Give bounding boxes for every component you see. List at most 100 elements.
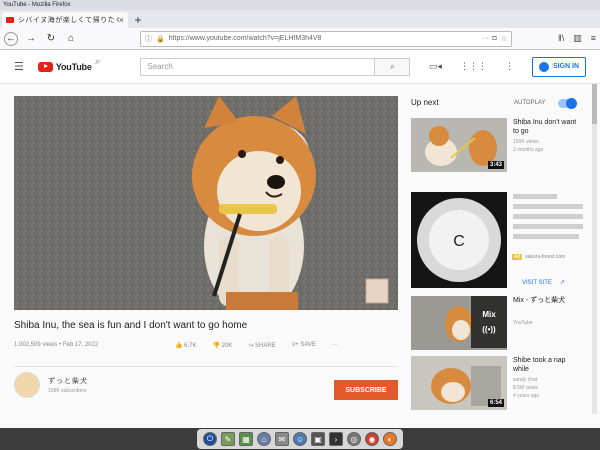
autoplay-toggle[interactable] <box>558 98 577 109</box>
sidebar-video-thumbnail[interactable]: 3:43 <box>411 118 507 172</box>
dislike-button[interactable]: 👎 20K <box>212 342 232 349</box>
ad-image: C <box>411 192 507 288</box>
external-link-icon: ↗ <box>559 280 565 286</box>
channel-avatar[interactable] <box>14 372 40 398</box>
media-icon[interactable]: ▣ <box>311 432 325 446</box>
sidebar-video-title[interactable]: Shiba Inu don't want to go <box>513 118 583 136</box>
visit-site-label: VISIT SITE <box>522 279 552 286</box>
sidebar-icon[interactable]: ▥ <box>573 33 582 44</box>
sidebar-video-views: 8.5M views <box>513 385 539 391</box>
like-button[interactable]: 👍 6.7K <box>175 342 196 349</box>
video-title: Shiba Inu, the sea is fun and I don't wa… <box>14 320 248 331</box>
autoplay-label: AUTOPLAY <box>514 100 546 106</box>
save-button[interactable]: ≡+ SAVE <box>292 342 316 349</box>
thumbs-down-icon: 👎 <box>212 343 222 349</box>
sidebar-video-views: 155K views <box>513 139 539 145</box>
ad-domain: sakura-forest.com <box>525 254 566 260</box>
page-actions-icon[interactable]: ··· <box>481 35 488 42</box>
guide-menu-icon[interactable]: ☰ <box>14 60 24 73</box>
visit-site-button[interactable]: VISIT SITE ↗ <box>522 279 565 287</box>
share-button[interactable]: ↪ SHARE <box>248 342 275 349</box>
url-text[interactable]: https://www.youtube.com/watch?v=jELHfM3h… <box>169 35 478 42</box>
like-count: 6.7K <box>184 343 197 349</box>
create-video-icon[interactable]: ▭◂ <box>429 61 442 72</box>
reload-icon[interactable]: ↻ <box>44 32 58 46</box>
new-tab-button[interactable]: + <box>130 12 146 28</box>
navigation-bar: ← → ↻ ⌂ ⓘ 🔒 https://www.youtube.com/watc… <box>0 28 600 50</box>
more-actions-button[interactable]: ··· <box>332 342 338 349</box>
search-input[interactable]: Search <box>140 57 375 76</box>
ad-desc-line <box>513 204 583 209</box>
main-content: Shiba Inu, the sea is fun and I don't wa… <box>0 84 600 428</box>
search-box: Search ⌕ <box>140 57 411 76</box>
menu-icon[interactable]: ≡ <box>591 33 596 44</box>
subscribe-button[interactable]: SUBSCRIBE <box>334 380 398 400</box>
sign-in-label: SIGN IN <box>552 63 579 70</box>
taskbar: ⏻ ✎ ▦ ⌂ ✉ ☺ ▣ › ◎ ◉ ◐ <box>0 428 600 450</box>
mix-label: Mix <box>482 310 496 319</box>
scrollbar-thumb[interactable] <box>592 84 597 124</box>
sidebar-video-thumbnail[interactable]: 6:54 <box>411 356 507 410</box>
mix-thumbnail[interactable]: Mix ((•)) <box>411 296 507 350</box>
settings-dots-icon[interactable]: ⋮ <box>505 61 514 72</box>
firefox-icon[interactable]: ◐ <box>383 432 397 446</box>
thumbs-up-icon: 👍 <box>175 343 185 349</box>
home-icon[interactable]: ⌂ <box>64 32 78 46</box>
sign-in-button[interactable]: SIGN IN <box>531 56 586 77</box>
search-icon: ⌕ <box>390 61 395 71</box>
youtube-logo-text: YouTube <box>55 61 92 72</box>
wifi-icon[interactable]: ◉ <box>365 432 379 446</box>
spreadsheet-icon[interactable]: ▦ <box>239 432 253 446</box>
back-icon[interactable]: ← <box>4 31 18 46</box>
sidebar-video-age: 4 years ago <box>513 393 540 399</box>
ad-desc-line <box>513 224 583 229</box>
save-label: SAVE <box>300 342 316 348</box>
network-icon[interactable]: ◎ <box>347 432 361 446</box>
mail-icon[interactable]: ✉ <box>275 432 289 446</box>
sidebar-mix-channel: YouTube <box>513 320 533 326</box>
video-player[interactable] <box>14 96 398 310</box>
tab-close-icon[interactable]: × <box>119 15 124 25</box>
power-icon[interactable]: ⏻ <box>203 432 217 446</box>
youtube-logo[interactable]: YouTube JP <box>37 59 101 72</box>
info-icon[interactable]: ⓘ <box>145 34 152 44</box>
screen: YouTube - Mozilla Firefox シバイヌ海が楽しくて帰りたく… <box>0 0 600 428</box>
tab-title: シバイヌ海が楽しくて帰りたくない <box>18 17 119 24</box>
search-button[interactable]: ⌕ <box>374 57 411 76</box>
forward-icon[interactable]: → <box>24 32 38 46</box>
share-label: SHARE <box>255 343 276 349</box>
ad-desc-line <box>513 214 583 219</box>
pocket-icon[interactable]: ◘ <box>492 35 496 42</box>
chat-icon[interactable]: ☺ <box>293 432 307 446</box>
window-title: YouTube - Mozilla Firefox <box>3 2 71 8</box>
tab-youtube[interactable]: シバイヌ海が楽しくて帰りたくない × <box>2 12 128 28</box>
video-frame-shiba <box>14 96 398 310</box>
youtube-favicon-icon <box>6 17 14 23</box>
window-title-bar: YouTube - Mozilla Firefox <box>0 0 600 10</box>
library-icon[interactable]: ‖\ <box>558 33 564 44</box>
ad-thumbnail[interactable]: C <box>411 192 507 288</box>
apps-grid-icon[interactable]: ⋮⋮⋮ <box>460 61 487 72</box>
sidebar-video-title[interactable]: Shibe took a nap while <box>513 356 583 374</box>
logo-region: JP <box>94 59 101 66</box>
sidebar-video-age: 2 months ago <box>513 147 544 153</box>
page-scrollbar[interactable] <box>592 84 597 414</box>
star-icon[interactable]: ☆ <box>501 35 507 43</box>
video-duration: 6:54 <box>487 399 504 407</box>
editor-icon[interactable]: ✎ <box>221 432 235 446</box>
video-actions: 👍 6.7K 👎 20K ↪ SHARE ≡+ SAVE ··· <box>175 342 338 349</box>
mix-overlay: Mix ((•)) <box>471 296 507 348</box>
upload-date: Feb 17, 2022 <box>62 342 99 348</box>
mix-radio-icon: ((•)) <box>482 325 496 334</box>
subscriber-count: 109K subscribers <box>48 388 87 394</box>
dislike-count: 20K <box>221 343 233 349</box>
terminal-icon[interactable]: › <box>329 432 343 446</box>
ad-badge: Ad sakura-forest.com <box>512 254 565 260</box>
channel-name[interactable]: ずっと柴犬 <box>48 376 88 386</box>
url-bar[interactable]: ⓘ 🔒 https://www.youtube.com/watch?v=jELH… <box>140 30 512 47</box>
youtube-play-icon <box>37 61 53 72</box>
files-icon[interactable]: ⌂ <box>257 432 271 446</box>
sidebar-mix-title[interactable]: Mix - ずっと柴犬 <box>513 296 583 305</box>
ad-desc-line <box>513 234 579 239</box>
video-duration: 3:43 <box>487 161 504 169</box>
